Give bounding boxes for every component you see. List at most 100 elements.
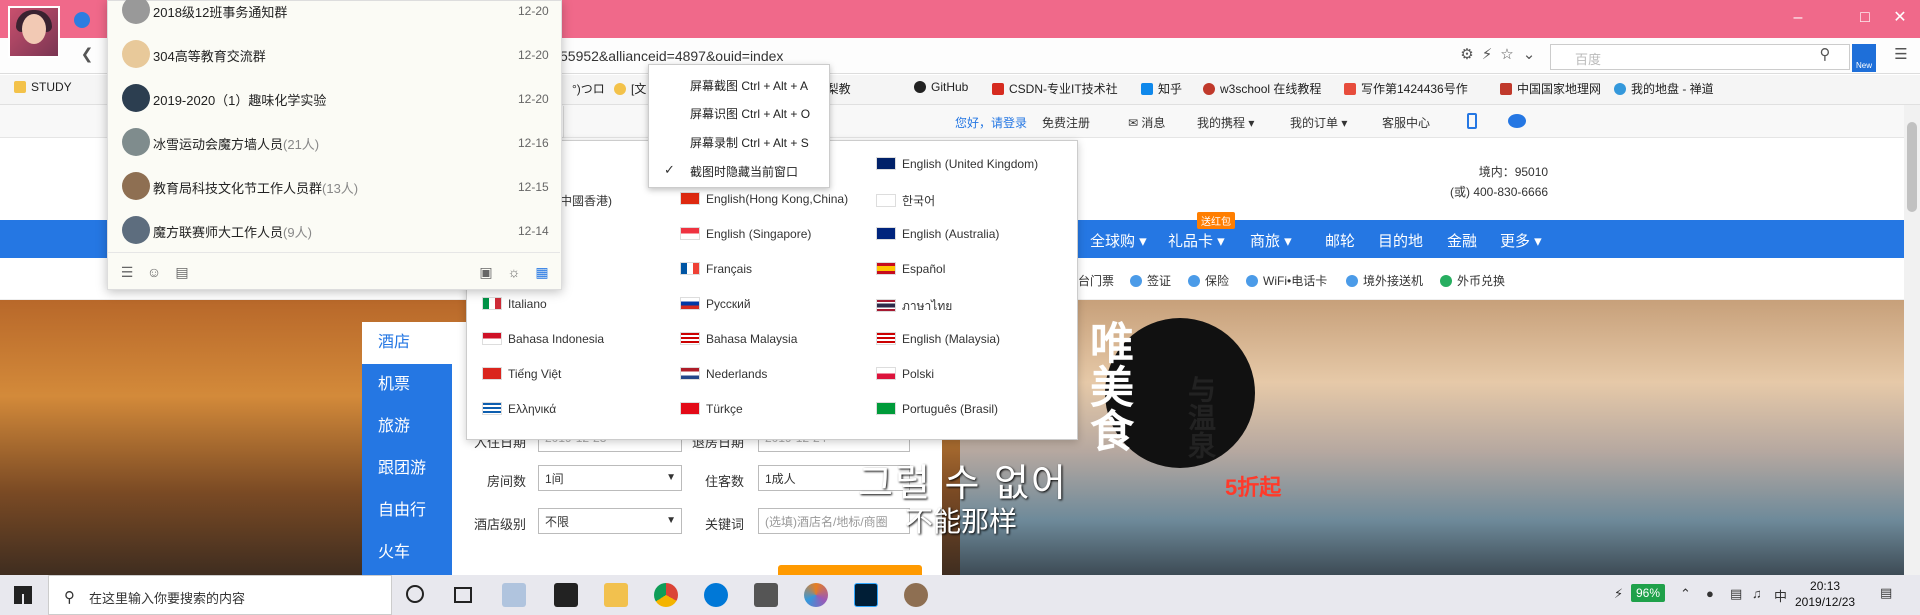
maximize-icon[interactable]: □ (1855, 8, 1875, 28)
lang-option[interactable]: English (Singapore) (680, 227, 811, 241)
chevron-up-icon[interactable]: ⌃ (1680, 586, 1691, 602)
task-view-icon[interactable] (454, 587, 472, 603)
mobile-icon[interactable] (1467, 113, 1477, 129)
main-menu-icon[interactable]: ☰ (119, 264, 135, 280)
game-icon[interactable]: ▣ (478, 264, 494, 280)
volume-icon[interactable]: ♫ (1752, 586, 1762, 601)
tab-travel[interactable]: 旅游 (362, 406, 452, 448)
bookmark-item[interactable]: 写作第1424436号作 (1344, 80, 1468, 97)
nav-gift-card[interactable]: 礼品卡 ▾ (1168, 230, 1225, 251)
lang-option[interactable]: Bahasa Indonesia (482, 332, 604, 346)
taskbar-search-box[interactable]: 在这里输入你要搜索的内容 (48, 575, 392, 615)
url-input[interactable]: 55952&allianceid=4897&ouid=index (560, 48, 783, 64)
service-center-link[interactable]: 客服中心 (1382, 114, 1430, 131)
plug-icon[interactable]: ⚡ (1614, 586, 1623, 602)
subnav-insurance[interactable]: 保险 (1188, 272, 1229, 289)
search-icon[interactable]: ⚲ (1816, 46, 1834, 64)
lang-option[interactable]: Français (680, 262, 752, 276)
lang-option[interactable]: English(Hong Kong,China) (680, 192, 848, 206)
nav-business-travel[interactable]: 商旅 ▾ (1250, 230, 1292, 251)
menu-icon[interactable]: ☰ (1892, 46, 1910, 64)
translate-icon[interactable]: ⚙ (1458, 46, 1476, 64)
menu-item-screen-capture[interactable]: 屏幕截图 Ctrl + Alt + A (690, 77, 808, 94)
tab-hotel[interactable]: 酒店 (362, 322, 452, 364)
register-link[interactable]: 免费注册 (1042, 114, 1090, 131)
bookmark-item[interactable]: GitHub (914, 80, 968, 94)
windows-start-icon[interactable] (14, 586, 32, 604)
minimize-icon[interactable]: – (1788, 8, 1808, 28)
qq-tray-icon[interactable]: ● (1706, 586, 1714, 601)
keyword-input[interactable]: (选填)酒店名/地标/商圈 (758, 508, 910, 534)
app-icon[interactable] (502, 583, 526, 607)
notification-icon[interactable]: ▤ (1880, 585, 1892, 601)
add-contact-icon[interactable]: ☺ (146, 264, 162, 280)
lang-option[interactable]: Tiếng Việt (482, 367, 561, 381)
browser-tab-icon[interactable] (74, 12, 90, 28)
edge-icon[interactable] (704, 583, 728, 607)
nav-more[interactable]: 更多 ▾ (1500, 230, 1542, 251)
menu-item-screen-ocr[interactable]: 屏幕识图 Ctrl + Alt + O (690, 105, 810, 122)
lang-option[interactable]: 한국어 (876, 192, 935, 209)
bookmark-item[interactable]: °)つロ (572, 80, 605, 97)
chevron-down-icon[interactable]: ⌄ (1520, 46, 1538, 64)
star-icon[interactable]: ☆ (1498, 46, 1516, 64)
back-arrow-icon[interactable]: ❮ (78, 46, 96, 64)
close-icon[interactable]: ✕ (1890, 8, 1910, 28)
lightning-icon[interactable]: ⚡ (1478, 46, 1496, 64)
battery-indicator[interactable]: 96% (1631, 584, 1666, 602)
tab-group-tour[interactable]: 跟团游 (362, 448, 452, 490)
subnav-currency[interactable]: 外币兑换 (1440, 272, 1505, 289)
bookmark-item[interactable]: w3school 在线教程 (1203, 80, 1321, 97)
ime-indicator[interactable]: 中 (1774, 586, 1787, 605)
subnav-visa[interactable]: 签证 (1130, 272, 1171, 289)
qq-avatar-icon[interactable] (904, 583, 928, 607)
photoshop-icon[interactable] (854, 583, 878, 607)
subnav-wifi[interactable]: WiFi•电话卡 (1246, 272, 1327, 289)
rooms-select[interactable]: 1间 ▼ (538, 465, 682, 491)
lang-option[interactable]: English (United Kingdom) (876, 157, 1038, 171)
nav-cruise[interactable]: 邮轮 (1325, 230, 1355, 251)
lang-option[interactable]: ภาษาไทย (876, 297, 952, 316)
my-trip-link[interactable]: 我的携程 ▾ (1197, 114, 1254, 131)
lang-option[interactable]: Português (Brasil) (876, 402, 998, 416)
file-icon[interactable]: ▤ (174, 264, 190, 280)
new-badge[interactable]: New (1852, 44, 1876, 72)
subnav-airport-transfer[interactable]: 境外接送机 (1346, 272, 1423, 289)
cortana-icon[interactable] (406, 585, 424, 603)
wechat-icon[interactable] (1508, 114, 1526, 128)
scrollbar-thumb[interactable] (1907, 122, 1917, 212)
network-icon[interactable]: ▤ (1730, 586, 1742, 602)
tab-flight[interactable]: 机票 (362, 364, 452, 406)
bookmark-item[interactable]: 中国国家地理网 (1500, 80, 1601, 97)
tab-free-travel[interactable]: 自由行 (362, 490, 452, 532)
lang-option[interactable]: Nederlands (680, 367, 767, 381)
my-orders-link[interactable]: 我的订单 ▾ (1290, 114, 1347, 131)
menu-item-hide-window[interactable]: 截图时隐藏当前窗口 (690, 163, 798, 180)
bookmark-item[interactable]: 我的地盘 - 禅道 (1614, 80, 1714, 97)
search-engine-box[interactable]: 百度 (1550, 44, 1850, 70)
login-link[interactable]: 您好，请登录 (955, 114, 1027, 131)
system-clock[interactable]: 20:13 2019/12/23 (1795, 578, 1855, 610)
lang-option[interactable]: English (Malaysia) (876, 332, 1000, 346)
messages-link[interactable]: ✉ 消息 (1128, 114, 1165, 131)
bookmark-item[interactable]: CSDN-专业IT技术社 (992, 80, 1118, 97)
lang-option[interactable]: Polski (876, 367, 934, 381)
subnav-tickets[interactable]: 台门票 (1078, 272, 1114, 289)
lang-option[interactable]: (中國香港) (556, 192, 612, 209)
apps-grid-icon[interactable]: ▦ (534, 264, 550, 280)
nav-global-shopping[interactable]: 全球购 ▾ (1090, 230, 1147, 251)
avatar[interactable] (8, 6, 60, 58)
menu-item-screen-record[interactable]: 屏幕录制 Ctrl + Alt + S (690, 134, 809, 151)
lang-option[interactable]: Русский (680, 297, 751, 311)
lang-option[interactable]: Ελληνικά (482, 402, 556, 416)
photo-app-icon[interactable] (804, 583, 828, 607)
lang-option[interactable]: Español (876, 262, 945, 276)
chrome-icon[interactable] (654, 583, 678, 607)
store-icon[interactable] (554, 583, 578, 607)
terminal-icon[interactable] (754, 583, 778, 607)
lang-option[interactable]: Türkçe (680, 402, 743, 416)
hotel-level-select[interactable]: 不限 ▼ (538, 508, 682, 534)
nav-finance[interactable]: 金融 (1447, 230, 1477, 251)
file-explorer-icon[interactable] (604, 583, 628, 607)
bookmark-item[interactable]: 知乎 (1141, 80, 1182, 97)
